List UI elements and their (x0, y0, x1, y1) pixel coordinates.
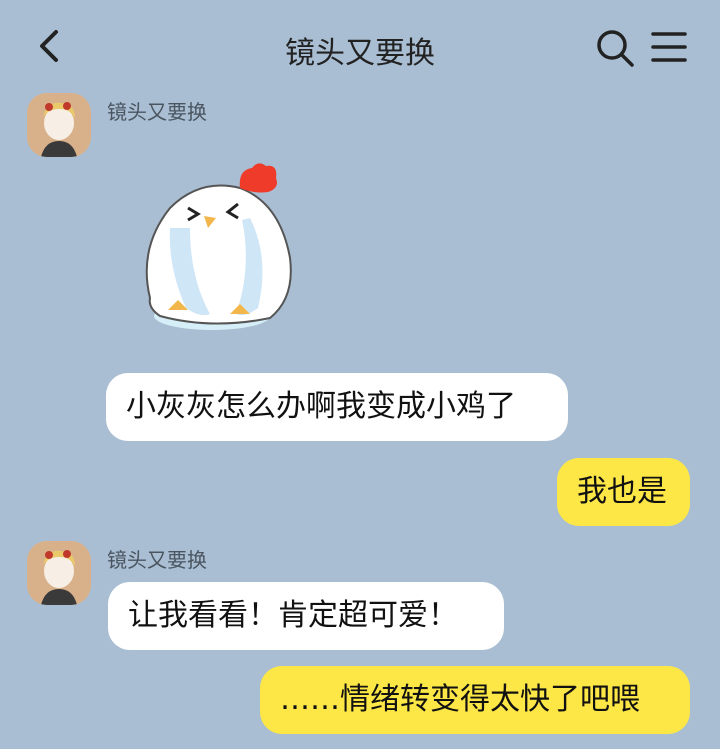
sender-name: 镜头又要换 (107, 100, 207, 124)
outgoing-message-bubble[interactable]: ……情绪转变得太快了吧喂 (260, 666, 690, 734)
avatar-image (27, 93, 91, 157)
incoming-message-bubble[interactable]: 小灰灰怎么办啊我变成小鸡了 (106, 373, 568, 441)
crying-chick-sticker[interactable] (130, 158, 300, 338)
menu-icon[interactable] (651, 30, 687, 64)
search-icon[interactable] (595, 28, 635, 68)
sender-avatar[interactable] (27, 93, 91, 157)
incoming-message-bubble[interactable]: 让我看看！肯定超可爱！ (108, 582, 504, 650)
outgoing-message-bubble[interactable]: 我也是 (557, 458, 690, 526)
sender-avatar[interactable] (27, 541, 91, 605)
sender-name: 镜头又要换 (107, 548, 207, 572)
chat-header: 镜头又要换 (0, 0, 720, 92)
avatar-image (27, 541, 91, 605)
